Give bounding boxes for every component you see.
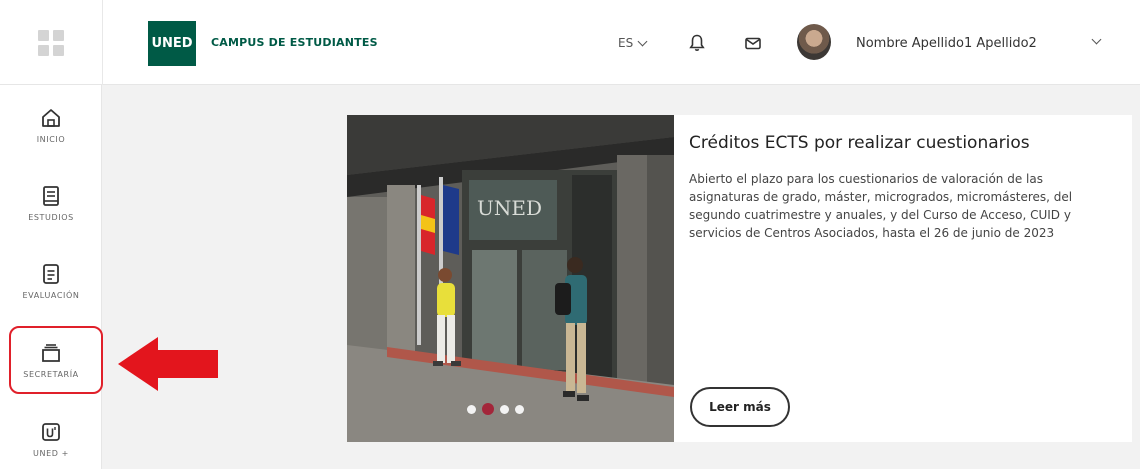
uned-logo[interactable]: UNED — [148, 21, 196, 66]
news-title: Créditos ECTS por realizar cuestionarios — [689, 133, 1030, 153]
read-more-button[interactable]: Leer más — [690, 387, 790, 427]
sidebar-item-label: INICIO — [36, 135, 66, 144]
news-card: UNED Créditos ECTS por realizar cuestion… — [347, 115, 1132, 442]
language-label: ES — [618, 36, 634, 50]
header-divider — [102, 0, 103, 85]
campus-title[interactable]: CAMPUS DE ESTUDIANTES — [211, 36, 378, 49]
evaluation-icon — [43, 264, 59, 284]
user-name[interactable]: Nombre Apellido1 Apellido2 — [856, 36, 1037, 51]
carousel-indicators — [467, 403, 524, 415]
pointer-arrow-icon — [118, 337, 218, 391]
top-bar: UNED CAMPUS DE ESTUDIANTES ES Nombre Ape… — [0, 0, 1140, 85]
home-icon — [42, 109, 60, 127]
avatar[interactable] — [797, 24, 831, 60]
sidebar: INICIO ESTUDIOS EVALUACIÓN SECRETARÍA UN… — [0, 85, 102, 469]
highlight-box — [9, 326, 103, 394]
bell-icon[interactable] — [689, 34, 705, 52]
photo-sign-text: UNED — [477, 196, 542, 220]
sidebar-item-uned-plus[interactable]: UNED + — [0, 421, 102, 458]
news-body: Abierto el plazo para los cuestionarios … — [689, 172, 1073, 240]
mail-icon[interactable] — [745, 37, 761, 50]
sidebar-item-label: EVALUACIÓN — [22, 291, 80, 300]
sidebar-item-inicio[interactable]: INICIO — [0, 107, 102, 144]
news-photo: UNED — [347, 115, 674, 442]
carousel-dot[interactable] — [500, 404, 509, 414]
apps-grid-icon[interactable] — [38, 30, 64, 56]
sidebar-item-label: UNED + — [33, 449, 69, 458]
news-card-body: Créditos ECTS por realizar cuestionarios… — [674, 115, 1132, 442]
sidebar-item-estudios[interactable]: ESTUDIOS — [0, 185, 102, 222]
language-selector[interactable]: ES — [618, 36, 648, 50]
carousel-dot-active[interactable] — [482, 403, 494, 415]
book-icon — [43, 186, 59, 206]
carousel-dot[interactable] — [467, 404, 476, 414]
sidebar-item-evaluacion[interactable]: EVALUACIÓN — [0, 263, 102, 300]
carousel-dot[interactable] — [515, 404, 524, 414]
sidebar-item-label: ESTUDIOS — [28, 213, 74, 222]
chevron-down-icon — [637, 36, 648, 46]
user-menu-chevron-icon[interactable] — [1091, 34, 1102, 45]
building-entrance-image: UNED — [347, 115, 674, 442]
uned-plus-icon — [42, 423, 60, 441]
